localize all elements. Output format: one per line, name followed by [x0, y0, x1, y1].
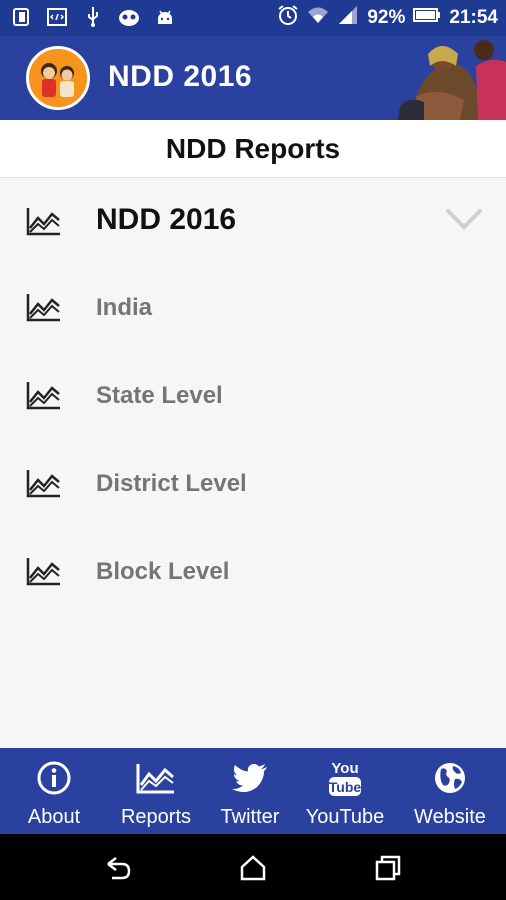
back-icon[interactable] [104, 854, 132, 882]
report-item-label: State Level [96, 382, 223, 409]
nav-label: Website [414, 806, 486, 828]
code-icon [46, 6, 68, 28]
svg-text:Tube: Tube [329, 779, 362, 795]
nav-reports[interactable]: Reports [108, 748, 204, 834]
report-list: NDD 2016 India State Level District Leve… [0, 178, 506, 616]
twitter-icon [230, 760, 270, 796]
notification-icons [10, 6, 176, 28]
line-chart-icon [26, 380, 62, 415]
report-item-label: Block Level [96, 558, 230, 585]
battery-icon [413, 7, 441, 29]
page-title: NDD Reports [0, 120, 506, 178]
line-chart-icon [136, 760, 176, 796]
nav-website[interactable]: Website [394, 748, 506, 834]
info-icon [34, 760, 74, 796]
android-icon [154, 6, 176, 28]
usb-icon [82, 6, 104, 28]
youtube-icon: You Tube [325, 760, 365, 796]
line-chart-icon [26, 556, 62, 591]
app-title: NDD 2016 [108, 60, 253, 93]
globe-icon [430, 760, 470, 796]
sim-icon [10, 6, 32, 28]
report-item-district-level[interactable]: District Level [0, 440, 506, 528]
mother-child-photo [380, 36, 506, 120]
nav-twitter[interactable]: Twitter [204, 748, 296, 834]
signal-icon [337, 5, 359, 31]
recents-icon[interactable] [374, 854, 402, 882]
nav-label: Reports [120, 806, 192, 828]
line-chart-icon [26, 468, 62, 503]
nav-label: Twitter [220, 806, 280, 828]
status-bar: 92% 21:54 [0, 0, 506, 36]
ndd-logo [26, 46, 90, 110]
report-group-header[interactable]: NDD 2016 [0, 178, 506, 264]
system-nav-bar [0, 834, 506, 900]
nav-label: About [27, 806, 81, 828]
report-item-label: India [96, 294, 153, 321]
line-chart-icon [26, 206, 62, 241]
report-item-state-level[interactable]: State Level [0, 352, 506, 440]
nav-youtube[interactable]: You Tube YouTube [296, 748, 394, 834]
screen: 92% 21:54 NDD 2016 NDD Reports NDD 2016 … [0, 0, 506, 900]
app-bar: NDD 2016 [0, 36, 506, 120]
report-item-label: District Level [96, 470, 247, 497]
nav-about[interactable]: About [0, 748, 108, 834]
chevron-down-icon[interactable] [446, 208, 482, 235]
svg-text:You: You [331, 760, 358, 777]
home-icon[interactable] [239, 854, 267, 882]
cat-face-icon [118, 6, 140, 28]
line-chart-icon [26, 292, 62, 327]
report-item-block-level[interactable]: Block Level [0, 528, 506, 616]
bottom-nav: About Reports Twitter You Tube YouTube We… [0, 748, 506, 834]
battery-percent: 92% [367, 7, 406, 28]
alarm-icon [277, 4, 299, 32]
clock: 21:54 [449, 7, 498, 28]
report-item-india[interactable]: India [0, 264, 506, 352]
system-status: 92% 21:54 [277, 4, 498, 32]
wifi-icon [307, 6, 329, 30]
report-group-title: NDD 2016 [96, 203, 237, 236]
nav-label: YouTube [305, 806, 385, 828]
